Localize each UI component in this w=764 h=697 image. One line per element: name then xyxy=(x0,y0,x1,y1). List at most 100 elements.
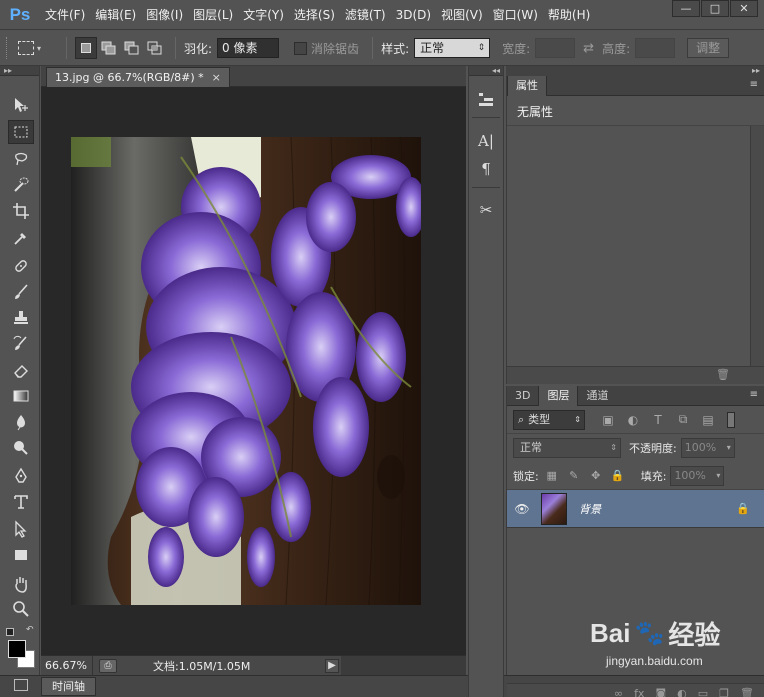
swap-dimensions-icon[interactable]: ⇄ xyxy=(583,41,594,56)
tab-channels[interactable]: 通道 xyxy=(578,386,616,406)
trash-icon[interactable]: 🗑 xyxy=(740,687,754,697)
share-icon[interactable]: ⎙ xyxy=(99,658,117,673)
tools-collapse[interactable]: ▸▸ xyxy=(0,66,39,76)
adjustment-filter-icon[interactable]: ◐ xyxy=(622,410,644,430)
timeline-tab[interactable]: 时间轴 xyxy=(41,677,96,696)
new-layer-icon[interactable]: ❐ xyxy=(719,687,729,697)
tab-3d[interactable]: 3D xyxy=(507,386,538,406)
fx-icon[interactable]: fx xyxy=(634,687,644,697)
layer-kind-select[interactable]: ⌕ 类型 ⇕ xyxy=(513,409,585,430)
menu-3d[interactable]: 3D(D) xyxy=(391,0,436,30)
link-icon[interactable]: ∞ xyxy=(614,687,623,697)
screen-mode-icon[interactable] xyxy=(14,679,28,691)
refine-edge-button[interactable]: 调整 xyxy=(687,38,730,58)
lock-all-icon[interactable]: 🔒 xyxy=(609,467,627,485)
swap-colors-icon[interactable]: ↶ xyxy=(26,625,34,635)
menu-image[interactable]: 图像(I) xyxy=(141,0,188,30)
feather-input[interactable]: 0 像素 xyxy=(217,38,280,58)
properties-scrollbar[interactable] xyxy=(750,126,764,366)
intersect-selection-button[interactable] xyxy=(144,37,166,59)
layer-name[interactable]: 背景 xyxy=(579,501,601,517)
history-brush-tool[interactable] xyxy=(8,332,34,356)
blur-tool[interactable] xyxy=(8,410,34,434)
zoom-tool[interactable] xyxy=(8,597,34,621)
history-panel-button[interactable] xyxy=(473,86,499,112)
eye-icon[interactable]: 👁 xyxy=(507,502,537,516)
brush-tool[interactable] xyxy=(8,280,34,304)
menu-window[interactable]: 窗口(W) xyxy=(488,0,543,30)
folder-icon[interactable]: ▭ xyxy=(698,687,708,697)
paragraph-panel-button[interactable]: ¶ xyxy=(473,156,499,182)
close-button[interactable]: ✕ xyxy=(730,0,758,17)
hand-tool[interactable] xyxy=(8,572,34,596)
lasso-tool[interactable] xyxy=(8,147,34,171)
eyedropper-tool[interactable] xyxy=(8,226,34,250)
menu-type[interactable]: 文字(Y) xyxy=(238,0,289,30)
menu-select[interactable]: 选择(S) xyxy=(289,0,340,30)
layer-row[interactable]: 👁 背景 🔒 xyxy=(507,490,764,528)
rect-marquee-tool[interactable] xyxy=(8,120,34,144)
canvas-area[interactable] xyxy=(41,87,466,655)
tool-preset-picker[interactable]: ▾ xyxy=(18,36,58,60)
character-panel-button[interactable]: A| xyxy=(473,128,499,154)
mask-icon[interactable]: ◙ xyxy=(655,687,666,697)
trash-icon[interactable]: 🗑 xyxy=(716,368,730,381)
panel-menu-icon[interactable]: ≡ xyxy=(750,79,758,90)
menu-layer[interactable]: 图层(L) xyxy=(188,0,238,30)
document-image[interactable] xyxy=(71,137,421,605)
height-input[interactable] xyxy=(635,38,676,58)
eraser-tool[interactable] xyxy=(8,358,34,382)
style-select[interactable]: 正常 ⇕ xyxy=(414,38,491,58)
lock-pixels-icon[interactable]: ✎ xyxy=(565,467,583,485)
menu-help[interactable]: 帮助(H) xyxy=(543,0,595,30)
panel-menu-icon[interactable]: ≡ xyxy=(750,389,758,400)
play-arrow-icon[interactable]: ▶ xyxy=(325,658,339,673)
restore-button[interactable]: □ xyxy=(701,0,729,17)
dock-collapse[interactable]: ◂◂ xyxy=(469,66,503,76)
type-filter-icon[interactable]: T xyxy=(647,410,669,430)
adjustment-icon[interactable]: ◐ xyxy=(677,687,687,697)
default-colors-button[interactable] xyxy=(6,628,14,636)
blend-mode-select[interactable]: 正常 ⇕ xyxy=(513,438,621,458)
gradient-tool[interactable] xyxy=(8,384,34,408)
pen-tool[interactable] xyxy=(8,464,34,488)
type-tool[interactable] xyxy=(8,490,34,514)
subtract-selection-button[interactable] xyxy=(121,37,143,59)
new-selection-button[interactable] xyxy=(75,37,97,59)
antialias-checkbox[interactable] xyxy=(294,41,308,55)
shape-filter-icon[interactable]: ⧉ xyxy=(672,410,694,430)
opacity-input[interactable]: 100% ▾ xyxy=(680,438,735,458)
healing-brush-tool[interactable] xyxy=(8,254,34,278)
clone-stamp-tool[interactable] xyxy=(8,306,34,330)
menu-edit[interactable]: 编辑(E) xyxy=(90,0,141,30)
horizontal-scrollbar[interactable] xyxy=(341,656,466,676)
smart-object-filter-icon[interactable]: ▤ xyxy=(697,410,719,430)
pixel-filter-icon[interactable]: ▣ xyxy=(597,410,619,430)
tab-layers[interactable]: 图层 xyxy=(538,386,579,406)
menu-file[interactable]: 文件(F) xyxy=(40,0,90,30)
width-input[interactable] xyxy=(535,38,576,58)
tab-properties[interactable]: 属性 xyxy=(507,76,547,96)
lock-transparency-icon[interactable]: ▦ xyxy=(543,467,561,485)
menu-view[interactable]: 视图(V) xyxy=(436,0,488,30)
lock-position-icon[interactable]: ✥ xyxy=(587,467,605,485)
document-size-info[interactable]: 文档:1.05M/1.05M xyxy=(153,658,303,674)
move-tool[interactable] xyxy=(8,93,34,117)
menu-filter[interactable]: 滤镜(T) xyxy=(340,0,391,30)
foreground-color-swatch[interactable] xyxy=(8,640,26,658)
zoom-level-input[interactable]: 66.67% xyxy=(41,655,93,676)
fill-input[interactable]: 100% ▾ xyxy=(670,465,725,486)
add-selection-button[interactable] xyxy=(98,37,120,59)
crop-tool[interactable] xyxy=(8,199,34,223)
options-grip[interactable] xyxy=(6,37,12,59)
dodge-tool[interactable] xyxy=(8,436,34,460)
minimize-button[interactable]: — xyxy=(672,0,700,17)
filter-toggle[interactable] xyxy=(727,411,735,428)
rectangle-tool[interactable] xyxy=(8,543,34,567)
path-selection-tool[interactable] xyxy=(8,517,34,541)
close-icon[interactable]: × xyxy=(212,68,221,87)
document-tab[interactable]: 13.jpg @ 66.7%(RGB/8#) * × xyxy=(46,67,230,87)
tool-presets-panel-button[interactable]: ✂ xyxy=(473,197,499,223)
quick-selection-tool[interactable] xyxy=(8,173,34,197)
panels-collapse[interactable]: ▸▸ xyxy=(506,66,764,76)
